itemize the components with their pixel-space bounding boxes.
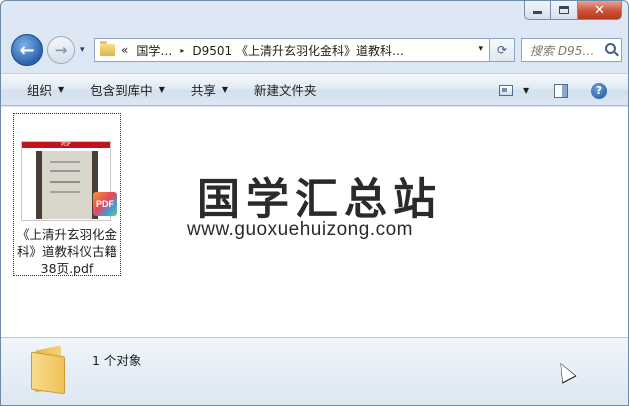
folder-icon: [100, 41, 115, 56]
explorer-window: ✕ ← → ▾ « 国学… ▸ D9501 《上清升玄羽化金科》道教科… ▾ ⟳…: [0, 0, 629, 406]
minimize-button[interactable]: [524, 1, 551, 20]
search-box[interactable]: 搜索 D95…: [521, 38, 622, 62]
item-count: 1 个对象: [92, 353, 142, 368]
watermark-url: www.guoxuehuizong.com: [187, 219, 413, 240]
organize-menu[interactable]: 组织 ▼: [1, 73, 77, 106]
close-button[interactable]: ✕: [578, 1, 622, 20]
help-icon: ?: [591, 82, 607, 99]
file-name[interactable]: 《上清升玄羽化金 科》道教科仪古籍 38页.pdf: [14, 226, 120, 277]
breadcrumb-chevron-icon[interactable]: ▸: [180, 46, 184, 55]
thumbnail-banner-label: PDF: [61, 142, 71, 148]
file-name-line: 38页.pdf: [40, 261, 94, 276]
new-folder-button[interactable]: 新建文件夹: [241, 73, 330, 106]
include-in-library-label: 包含到库中: [90, 83, 153, 98]
manuscript-page-image: [36, 151, 98, 219]
change-view-button[interactable]: ▼: [499, 74, 529, 107]
close-icon: ✕: [594, 2, 605, 18]
refresh-icon: ⟳: [496, 43, 508, 57]
back-arrow-icon: ←: [19, 39, 35, 61]
include-in-library-menu[interactable]: 包含到库中 ▼: [77, 73, 178, 106]
preview-pane-button[interactable]: [554, 74, 568, 107]
thumbnail-banner: PDF: [22, 142, 110, 148]
back-button[interactable]: ←: [11, 34, 43, 66]
view-icon: [499, 85, 513, 96]
help-button[interactable]: ?: [591, 74, 607, 107]
address-dropdown-icon[interactable]: ▾: [478, 44, 483, 54]
refresh-button[interactable]: ⟳: [490, 38, 515, 62]
minimize-icon: [533, 11, 542, 14]
search-input[interactable]: 搜索 D95…: [530, 42, 600, 59]
forward-arrow-icon: →: [54, 41, 68, 59]
maximize-button[interactable]: [551, 1, 578, 20]
pdf-file-icon: PDF: [93, 192, 117, 216]
address-overflow[interactable]: «: [121, 43, 128, 57]
organize-label: 组织: [27, 83, 53, 98]
search-icon[interactable]: [605, 43, 616, 54]
share-label: 共享: [190, 83, 216, 98]
watermark-title: 国学汇总站: [197, 175, 442, 225]
new-folder-label: 新建文件夹: [254, 83, 317, 98]
address-bar[interactable]: « 国学… ▸ D9501 《上清升玄羽化金科》道教科… ▾: [94, 38, 490, 62]
chevron-down-icon: ▼: [221, 85, 229, 94]
preview-pane-icon: [554, 83, 568, 98]
chevron-down-icon: ▼: [58, 85, 65, 94]
breadcrumb-segment[interactable]: D9501 《上清升玄羽化金科》道教科…: [192, 42, 404, 59]
file-list-area[interactable]: PDF PDF 《上清升玄羽化金 科》道教科仪古籍 38页.pdf 国学汇总站 …: [1, 107, 628, 337]
folder-icon: [31, 345, 71, 395]
details-pane: 1 个对象: [1, 337, 628, 405]
recent-pages-dropdown[interactable]: ▾: [80, 45, 85, 55]
breadcrumb-segment[interactable]: 国学…: [136, 42, 172, 59]
file-name-line: 科》道教科仪古籍: [16, 244, 117, 259]
command-bar: 组织 ▼ 包含到库中 ▼ 共享 ▼ 新建文件夹 ▼ ?: [1, 73, 628, 107]
forward-button[interactable]: →: [47, 36, 75, 64]
navigation-bar: ← → ▾ « 国学… ▸ D9501 《上清升玄羽化金科》道教科… ▾ ⟳ 搜…: [1, 31, 628, 69]
chevron-down-icon: ▼: [158, 85, 165, 94]
caption-buttons: ✕: [524, 1, 622, 20]
share-menu[interactable]: 共享 ▼: [178, 73, 241, 106]
file-name-line: 《上清升玄羽化金: [16, 227, 117, 242]
chevron-down-icon[interactable]: ▼: [523, 86, 529, 95]
file-item[interactable]: PDF PDF 《上清升玄羽化金 科》道教科仪古籍 38页.pdf: [13, 113, 121, 276]
maximize-icon: [559, 6, 569, 14]
